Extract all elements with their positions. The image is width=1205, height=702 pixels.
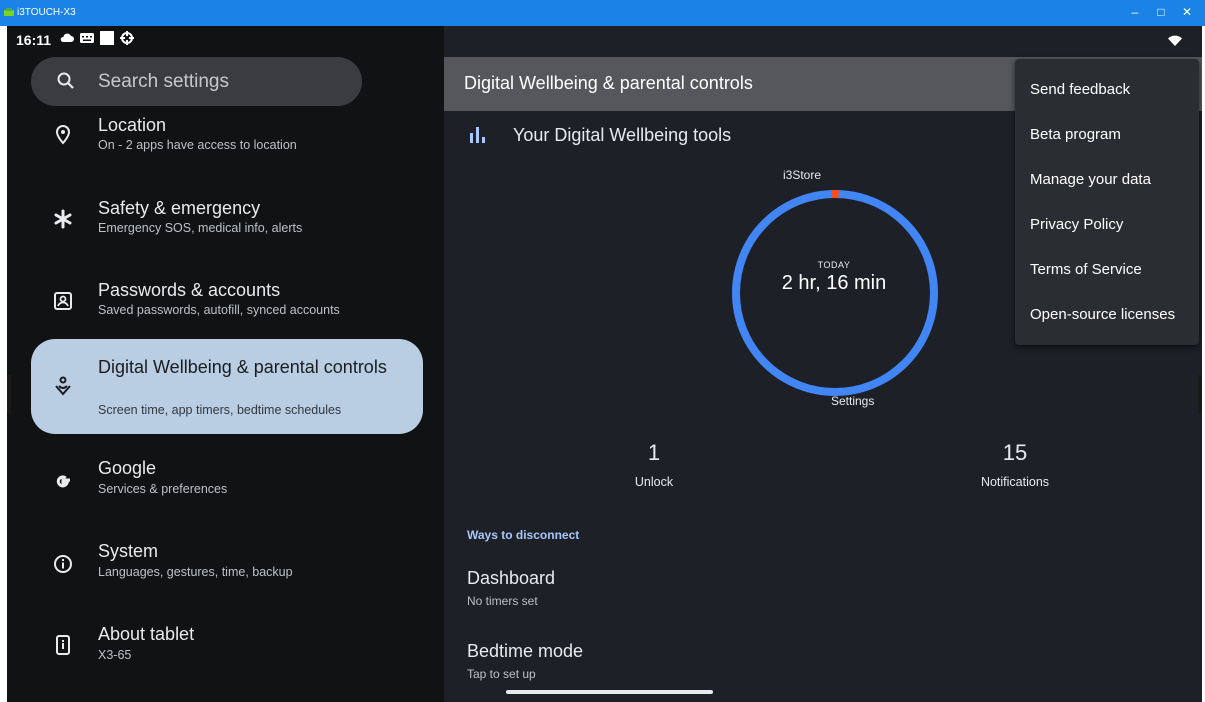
maximize-button[interactable]: □ [1152,4,1170,20]
sidebar-item-location[interactable]: Location On - 2 apps have access to loca… [31,112,423,162]
search-bar[interactable]: Search settings [31,57,362,106]
sidebar-item-title: System [98,541,159,561]
bedtime-mode-title: Bedtime mode [467,641,584,661]
right-edge-handle[interactable] [1198,375,1202,413]
menu-item-terms-of-service[interactable]: Terms of Service [1030,261,1142,278]
settings-list-pane: 16:11 Search settings Location On - 2 ap… [7,26,444,702]
tools-title: Your Digital Wellbeing tools [513,125,732,145]
sidebar-item-title: Passwords & accounts [98,280,281,300]
sidebar-item-digital-wellbeing[interactable]: Digital Wellbeing & parental controls Sc… [31,339,423,434]
status-time: 16:11 [16,32,52,48]
overflow-menu: Send feedback Beta program Manage your d… [1015,59,1199,345]
location-pin-icon [55,124,71,145]
notifications-label: Notifications [980,475,1050,489]
square-icon [100,31,114,45]
sidebar-item-google[interactable]: Google Services & preferences [31,456,423,506]
gear-icon [120,31,134,45]
search-placeholder: Search settings [98,71,229,92]
ring-bottom-app-label: Settings [831,394,875,408]
sidebar-item-passwords[interactable]: Passwords & accounts Saved passwords, au… [31,277,423,327]
sidebar-item-title: Safety & emergency [98,198,261,218]
search-icon [57,72,74,89]
status-icons [60,31,134,45]
sidebar-item-subtitle: X3-65 [98,648,132,662]
menu-item-send-feedback[interactable]: Send feedback [1030,81,1130,98]
wifi-icon [1168,35,1182,46]
sidebar-item-title: Location [98,115,167,135]
sidebar-item-about-tablet[interactable]: About tablet X3-65 [31,621,423,671]
sidebar-item-subtitle: Screen time, app timers, bedtime schedul… [98,403,342,417]
minimize-button[interactable]: – [1126,4,1144,20]
sidebar-item-subtitle: Languages, gestures, time, backup [98,565,293,579]
sidebar-item-subtitle: Emergency SOS, medical info, alerts [98,221,303,235]
keyboard-icon [80,33,94,43]
sidebar-item-subtitle: Saved passwords, autofill, synced accoun… [98,303,340,317]
sidebar-item-system[interactable]: System Languages, gestures, time, backup [31,539,423,589]
app-icon [4,8,14,16]
page-title: Digital Wellbeing & parental controls [464,73,753,93]
dashboard-title: Dashboard [467,568,556,588]
device-screen: 16:11 Search settings Location On - 2 ap… [7,26,1202,702]
tablet-icon [56,635,70,655]
bar-chart-icon [470,127,485,143]
notifications-count: 15 [1002,440,1028,465]
cloud-icon [60,33,74,42]
menu-item-beta-program[interactable]: Beta program [1030,126,1121,143]
bedtime-mode-subtitle: Tap to set up [467,667,536,681]
gesture-nav-handle[interactable] [506,690,713,694]
menu-item-privacy-policy[interactable]: Privacy Policy [1030,216,1123,233]
close-button[interactable]: ✕ [1178,4,1196,20]
menu-item-open-source-licenses[interactable]: Open-source licenses [1030,306,1175,323]
window-titlebar: i3TOUCH-X3 – □ ✕ [0,0,1205,26]
asterisk-icon [54,209,72,229]
ring-total-time: 2 hr, 16 min [781,272,887,294]
unlock-count: 1 [647,440,661,465]
left-edge-handle[interactable] [7,375,11,413]
unlock-label: Unlock [634,475,674,489]
google-icon [56,475,70,488]
sidebar-item-title: Digital Wellbeing & parental controls [98,357,387,377]
ring-period: TODAY [817,260,851,270]
sidebar-item-subtitle: Services & preferences [98,482,228,496]
menu-item-manage-data[interactable]: Manage your data [1030,171,1151,188]
section-title: Ways to disconnect [467,528,580,542]
sidebar-item-subtitle: On - 2 apps have access to location [98,138,297,152]
wellbeing-icon [55,376,71,396]
sidebar-item-safety[interactable]: Safety & emergency Emergency SOS, medica… [31,194,423,244]
window-title: i3TOUCH-X3 [17,7,76,18]
account-box-icon [54,292,72,310]
info-icon [54,555,72,573]
dashboard-subtitle: No timers set [467,594,538,608]
sidebar-item-title: About tablet [98,624,195,644]
sidebar-item-title: Google [98,458,157,478]
